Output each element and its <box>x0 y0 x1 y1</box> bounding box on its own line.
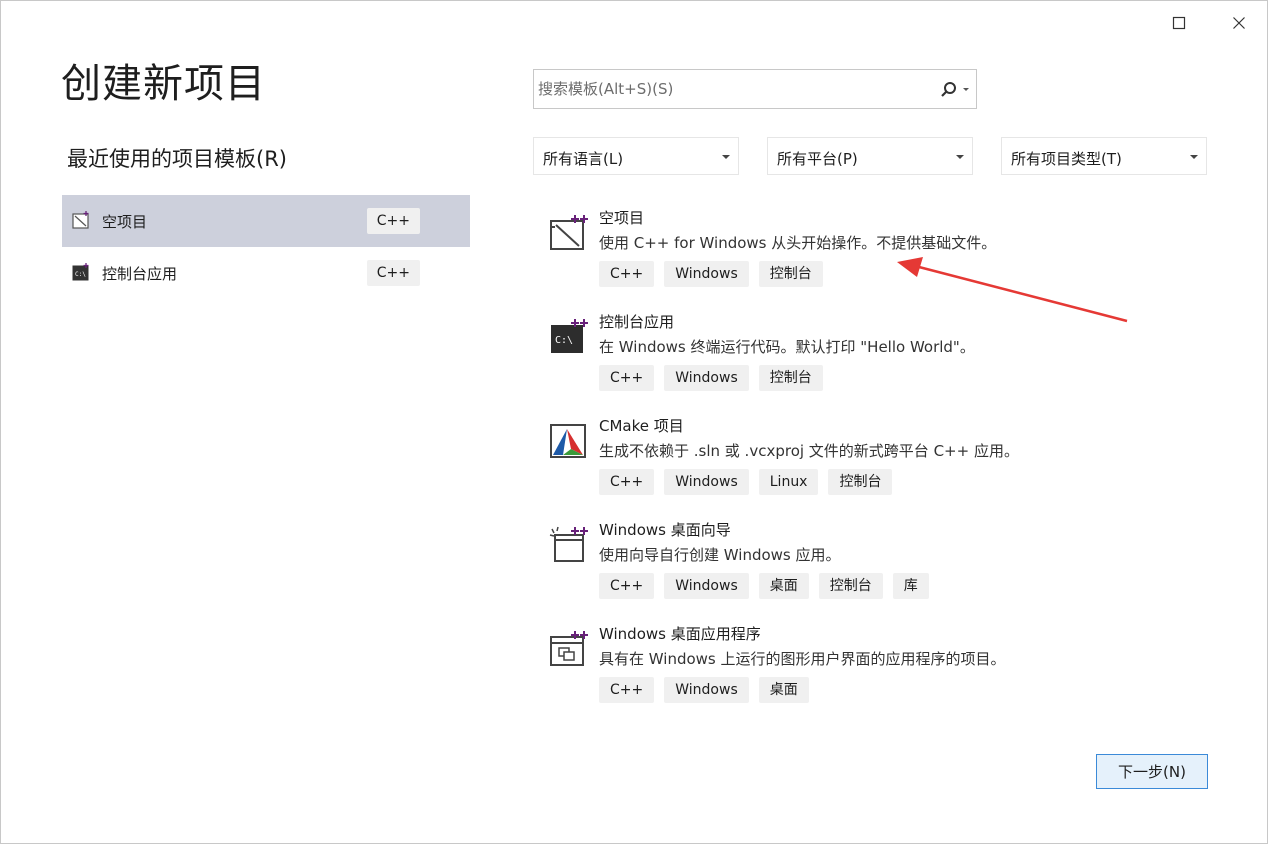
template-description: 生成不依赖于 .sln 或 .vcxproj 文件的新式跨平台 C++ 应用。 <box>599 442 1019 460</box>
desktop-app-icon <box>550 631 588 666</box>
template-tag: C++ <box>599 573 655 599</box>
template-tags: C++ Windows 桌面 <box>599 677 809 703</box>
platform-filter-dropdown[interactable]: 所有平台(P) <box>767 137 973 175</box>
template-item-desktop-wizard[interactable]: Windows 桌面向导 使用向导自行创建 Windows 应用。 C++ Wi… <box>541 521 1161 617</box>
template-tags: C++ Windows 控制台 <box>599 261 823 287</box>
language-tag: C++ <box>366 208 420 234</box>
recent-templates-heading: 最近使用的项目模板(R) <box>67 147 287 171</box>
close-button[interactable] <box>1223 9 1255 37</box>
svg-text:C:\: C:\ <box>555 335 573 346</box>
language-filter-dropdown[interactable]: 所有语言(L) <box>533 137 739 175</box>
cmake-icon <box>550 424 586 458</box>
template-item-cmake-project[interactable]: CMake 项目 生成不依赖于 .sln 或 .vcxproj 文件的新式跨平台… <box>541 417 1161 513</box>
dialog-window: 创建新项目 最近使用的项目模板(R) 空项目 C++ C:\ 控制台应用 C++ <box>0 0 1268 844</box>
chevron-down-icon <box>956 155 964 159</box>
template-tag: Windows <box>664 573 749 599</box>
template-description: 使用向导自行创建 Windows 应用。 <box>599 546 841 564</box>
language-tag: C++ <box>366 260 420 286</box>
desktop-wizard-icon <box>549 526 588 562</box>
template-tag: 桌面 <box>758 573 809 599</box>
template-description: 在 Windows 终端运行代码。默认打印 "Hello World"。 <box>599 338 975 356</box>
project-type-filter-dropdown[interactable]: 所有项目类型(T) <box>1001 137 1207 175</box>
template-name: CMake 项目 <box>599 417 684 435</box>
empty-project-icon <box>550 215 588 250</box>
template-item-console-app[interactable]: C:\ 控制台应用 在 Windows 终端运行代码。默认打印 "Hello W… <box>541 313 1161 409</box>
console-app-icon: C:\ <box>72 263 89 281</box>
template-tag: Windows <box>664 261 749 287</box>
recent-item-label: 控制台应用 <box>102 265 178 283</box>
template-search-box <box>533 69 977 109</box>
template-description: 具有在 Windows 上运行的图形用户界面的应用程序的项目。 <box>599 650 1006 668</box>
template-description: 使用 C++ for Windows 从头开始操作。不提供基础文件。 <box>599 234 997 252</box>
template-tag: C++ <box>599 469 655 495</box>
template-name: Windows 桌面向导 <box>599 521 731 539</box>
template-tags: C++ Windows 桌面 控制台 库 <box>599 573 929 599</box>
template-tag: Windows <box>664 365 749 391</box>
template-item-desktop-app[interactable]: Windows 桌面应用程序 具有在 Windows 上运行的图形用户界面的应用… <box>541 625 1161 721</box>
template-tag: C++ <box>599 365 655 391</box>
template-tag: C++ <box>599 261 655 287</box>
maximize-button[interactable] <box>1163 9 1195 37</box>
recent-item-console-app[interactable]: C:\ 控制台应用 C++ <box>62 247 470 299</box>
chevron-down-icon <box>1190 155 1198 159</box>
template-name: Windows 桌面应用程序 <box>599 625 761 643</box>
recent-item-label: 空项目 <box>102 213 148 231</box>
recent-templates-list: 空项目 C++ C:\ 控制台应用 C++ <box>62 195 470 299</box>
template-tags: C++ Windows Linux 控制台 <box>599 469 893 495</box>
maximize-icon <box>1172 16 1186 30</box>
platform-filter-value: 所有平台(P) <box>777 150 858 168</box>
close-icon <box>1233 17 1245 29</box>
template-tags: C++ Windows 控制台 <box>599 365 823 391</box>
svg-text:C:\: C:\ <box>75 271 86 278</box>
template-tag: 控制台 <box>828 469 893 495</box>
template-name: 控制台应用 <box>599 313 675 331</box>
template-tag: C++ <box>599 677 655 703</box>
chevron-down-icon <box>722 155 730 159</box>
template-name: 空项目 <box>599 209 645 227</box>
template-tag: Windows <box>664 677 749 703</box>
search-icon <box>941 82 969 97</box>
next-button[interactable]: 下一步(N) <box>1096 754 1208 789</box>
page-title: 创建新项目 <box>61 61 266 107</box>
empty-project-icon <box>72 211 89 229</box>
console-app-icon: C:\ <box>551 319 588 353</box>
template-search-input[interactable] <box>538 70 928 108</box>
search-options-button[interactable] <box>938 80 972 100</box>
language-filter-value: 所有语言(L) <box>543 150 624 168</box>
template-tag: 控制台 <box>818 573 883 599</box>
template-tag: 控制台 <box>758 261 823 287</box>
template-tag: 库 <box>892 573 929 599</box>
template-tag: Windows <box>664 469 749 495</box>
template-tag: 控制台 <box>758 365 823 391</box>
recent-item-empty-project[interactable]: 空项目 C++ <box>62 195 470 247</box>
template-tag: 桌面 <box>758 677 809 703</box>
project-type-filter-value: 所有项目类型(T) <box>1011 150 1122 168</box>
template-item-empty-project[interactable]: 空项目 使用 C++ for Windows 从头开始操作。不提供基础文件。 C… <box>541 209 1161 305</box>
template-tag: Linux <box>758 469 819 495</box>
